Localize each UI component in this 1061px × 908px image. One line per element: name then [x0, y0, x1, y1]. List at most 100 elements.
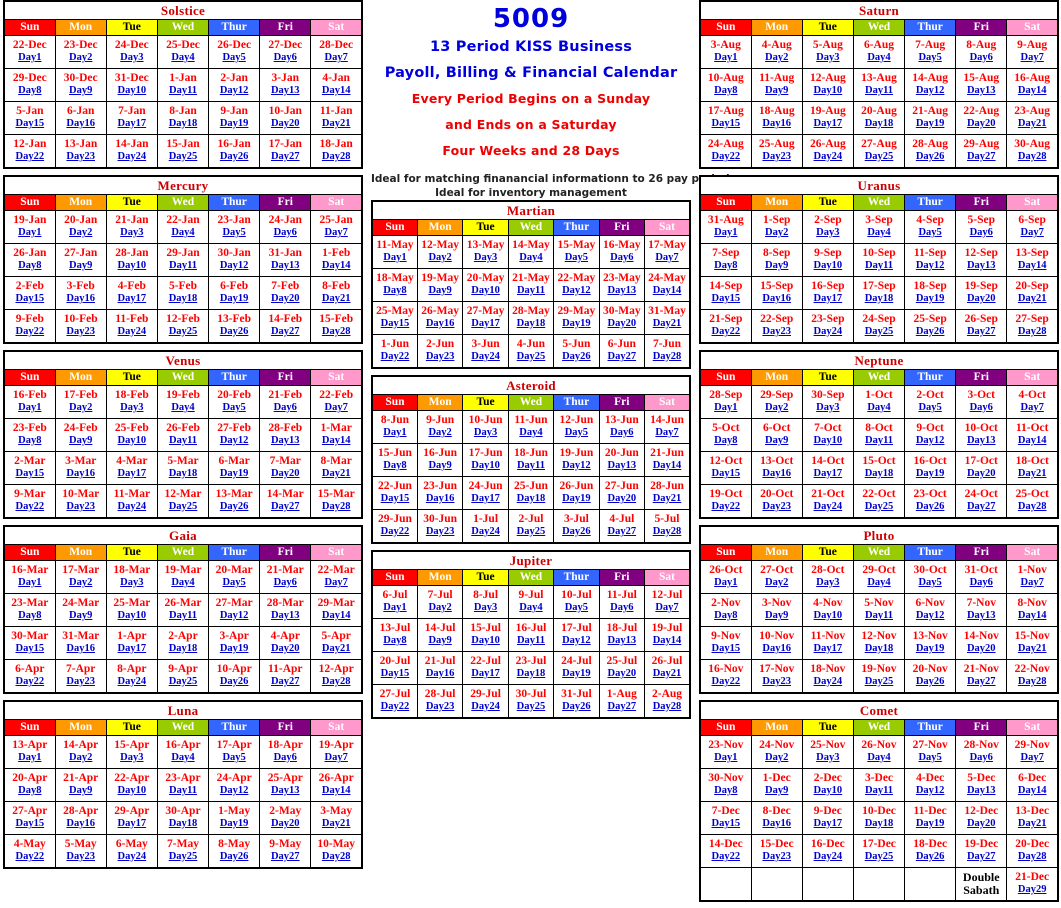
day-cell[interactable]: 17-Jun Day10: [462, 443, 509, 477]
day-cell[interactable]: 1-Mar Day14: [310, 418, 363, 452]
day-cell[interactable]: 30-Nov Day8: [699, 768, 752, 802]
day-cell[interactable]: 23-Aug Day21: [1006, 101, 1059, 135]
day-cell[interactable]: 9-Feb Day22: [3, 309, 56, 344]
day-cell[interactable]: 21-Apr Day9: [54, 768, 107, 802]
day-cell[interactable]: 20-Jul Day15: [371, 651, 418, 685]
day-cell[interactable]: 5-Jan Day15: [3, 101, 56, 135]
day-cell[interactable]: 14-Jul Day9: [416, 618, 464, 652]
day-cell[interactable]: 9-Apr Day25: [156, 659, 210, 694]
day-cell[interactable]: 9-May Day27: [259, 834, 312, 869]
day-cell[interactable]: 17-Feb Day2: [54, 385, 107, 419]
day-cell[interactable]: 20-Apr Day8: [3, 768, 56, 802]
day-cell[interactable]: 9-Jan Day19: [208, 101, 261, 135]
day-cell[interactable]: 21-Mar Day6: [259, 560, 312, 594]
day-cell[interactable]: 1-Dec Day9: [750, 768, 803, 802]
day-cell[interactable]: 9-Dec Day17: [801, 801, 854, 835]
day-cell[interactable]: 6-Feb Day19: [208, 276, 261, 310]
day-cell[interactable]: 11-Nov Day17: [801, 626, 854, 660]
day-cell[interactable]: 25-Jun Day18: [507, 476, 555, 510]
day-cell[interactable]: 12-Nov Day18: [852, 626, 906, 660]
day-cell[interactable]: 24-Jul Day19: [553, 651, 600, 685]
day-cell[interactable]: 22-Apr Day10: [105, 768, 158, 802]
day-cell[interactable]: 5-Mar Day18: [156, 451, 210, 485]
day-cell[interactable]: 5-Feb Day18: [156, 276, 210, 310]
day-cell[interactable]: 18-Aug Day16: [750, 101, 803, 135]
day-cell[interactable]: 18-Nov Day24: [801, 659, 854, 694]
day-cell[interactable]: 13-Feb Day26: [208, 309, 261, 344]
day-cell[interactable]: 3-Jun Day24: [462, 334, 509, 369]
day-cell[interactable]: 4-Mar Day17: [105, 451, 158, 485]
day-cell[interactable]: 23-May Day13: [598, 268, 646, 302]
day-cell[interactable]: 11-May Day1: [371, 235, 418, 269]
day-cell[interactable]: 13-Apr Day1: [3, 735, 56, 769]
day-cell[interactable]: 23-Jul Day18: [507, 651, 555, 685]
day-cell[interactable]: 9-Aug Day7: [1006, 35, 1059, 69]
day-cell[interactable]: 7-Nov Day13: [955, 593, 1008, 627]
day-cell[interactable]: 25-May Day15: [371, 301, 418, 335]
day-cell[interactable]: 13-Mar Day26: [208, 484, 261, 519]
day-cell[interactable]: 26-Aug Day24: [801, 134, 854, 169]
day-cell[interactable]: 31-Jan Day13: [259, 243, 312, 277]
day-cell[interactable]: 15-Jun Day8: [371, 443, 418, 477]
day-cell[interactable]: 21-Oct Day24: [801, 484, 854, 519]
day-cell[interactable]: 20-Feb Day5: [208, 385, 261, 419]
day-cell[interactable]: 29-Jun Day22: [371, 509, 418, 544]
day-cell[interactable]: 23-Jan Day5: [208, 210, 261, 244]
day-cell[interactable]: 26-Nov Day4: [852, 735, 906, 769]
day-cell[interactable]: 22-Mar Day7: [310, 560, 363, 594]
day-cell[interactable]: 9-Jul Day4: [507, 585, 555, 619]
day-cell[interactable]: 4-Apr Day20: [259, 626, 312, 660]
day-cell[interactable]: 30-Jun Day23: [416, 509, 464, 544]
day-cell[interactable]: 20-Aug Day18: [852, 101, 906, 135]
day-cell[interactable]: 17-Sep Day18: [852, 276, 906, 310]
day-cell[interactable]: 19-Jul Day14: [644, 618, 691, 652]
day-cell[interactable]: 10-Dec Day18: [852, 801, 906, 835]
day-cell[interactable]: 30-Oct Day5: [904, 560, 957, 594]
day-cell[interactable]: 15-May Day5: [553, 235, 600, 269]
day-cell[interactable]: 17-May Day7: [644, 235, 691, 269]
day-cell[interactable]: 27-Nov Day5: [904, 735, 957, 769]
day-cell[interactable]: 15-Feb Day28: [310, 309, 363, 344]
day-cell[interactable]: 6-Oct Day9: [750, 418, 803, 452]
day-cell[interactable]: 16-Oct Day19: [904, 451, 957, 485]
day-cell[interactable]: 8-Oct Day11: [852, 418, 906, 452]
day-cell[interactable]: 23-Jun Day16: [416, 476, 464, 510]
day-cell[interactable]: 4-May Day22: [3, 834, 56, 869]
day-cell[interactable]: 24-Apr Day12: [208, 768, 261, 802]
day-cell[interactable]: 19-Apr Day7: [310, 735, 363, 769]
day-cell[interactable]: 22-Sep Day23: [750, 309, 803, 344]
day-cell[interactable]: 25-Feb Day10: [105, 418, 158, 452]
day-cell[interactable]: 1-Jan Day11: [156, 68, 210, 102]
day-cell[interactable]: 20-Nov Day26: [904, 659, 957, 694]
day-cell[interactable]: 6-Nov Day12: [904, 593, 957, 627]
day-cell[interactable]: 6-Jan Day16: [54, 101, 107, 135]
day-cell[interactable]: 28-Apr Day16: [54, 801, 107, 835]
day-cell[interactable]: 31-Jul Day26: [553, 684, 600, 719]
day-cell[interactable]: 31-Dec Day10: [105, 68, 158, 102]
day-cell[interactable]: 6-Apr Day22: [3, 659, 56, 694]
day-cell[interactable]: 1-Jul Day24: [462, 509, 509, 544]
day-cell[interactable]: 4-Nov Day10: [801, 593, 854, 627]
day-cell[interactable]: 15-Nov Day21: [1006, 626, 1059, 660]
day-cell[interactable]: 19-May Day9: [416, 268, 464, 302]
day-cell[interactable]: 24-May Day14: [644, 268, 691, 302]
day-cell[interactable]: 27-Mar Day12: [208, 593, 261, 627]
day-cell[interactable]: 11-Feb Day24: [105, 309, 158, 344]
day-cell[interactable]: 13-Aug Day11: [852, 68, 906, 102]
day-cell[interactable]: 22-Oct Day25: [852, 484, 906, 519]
day-cell[interactable]: 14-May Day4: [507, 235, 555, 269]
day-cell[interactable]: 17-Oct Day20: [955, 451, 1008, 485]
day-cell[interactable]: 16-Sep Day17: [801, 276, 854, 310]
day-cell[interactable]: 3-Nov Day9: [750, 593, 803, 627]
day-cell[interactable]: 9-Jun Day2: [416, 410, 464, 444]
day-cell[interactable]: 29-Sep Day2: [750, 385, 803, 419]
day-cell[interactable]: 4-Jun Day25: [507, 334, 555, 369]
day-cell[interactable]: 31-Oct Day6: [955, 560, 1008, 594]
day-cell[interactable]: 2-Jun Day23: [416, 334, 464, 369]
day-cell[interactable]: 20-Sep Day21: [1006, 276, 1059, 310]
day-cell[interactable]: 8-Nov Day14: [1006, 593, 1059, 627]
day-cell[interactable]: 7-Dec Day15: [699, 801, 752, 835]
day-cell[interactable]: 26-May Day16: [416, 301, 464, 335]
day-cell[interactable]: 17-Mar Day2: [54, 560, 107, 594]
day-cell[interactable]: 18-Oct Day21: [1006, 451, 1059, 485]
